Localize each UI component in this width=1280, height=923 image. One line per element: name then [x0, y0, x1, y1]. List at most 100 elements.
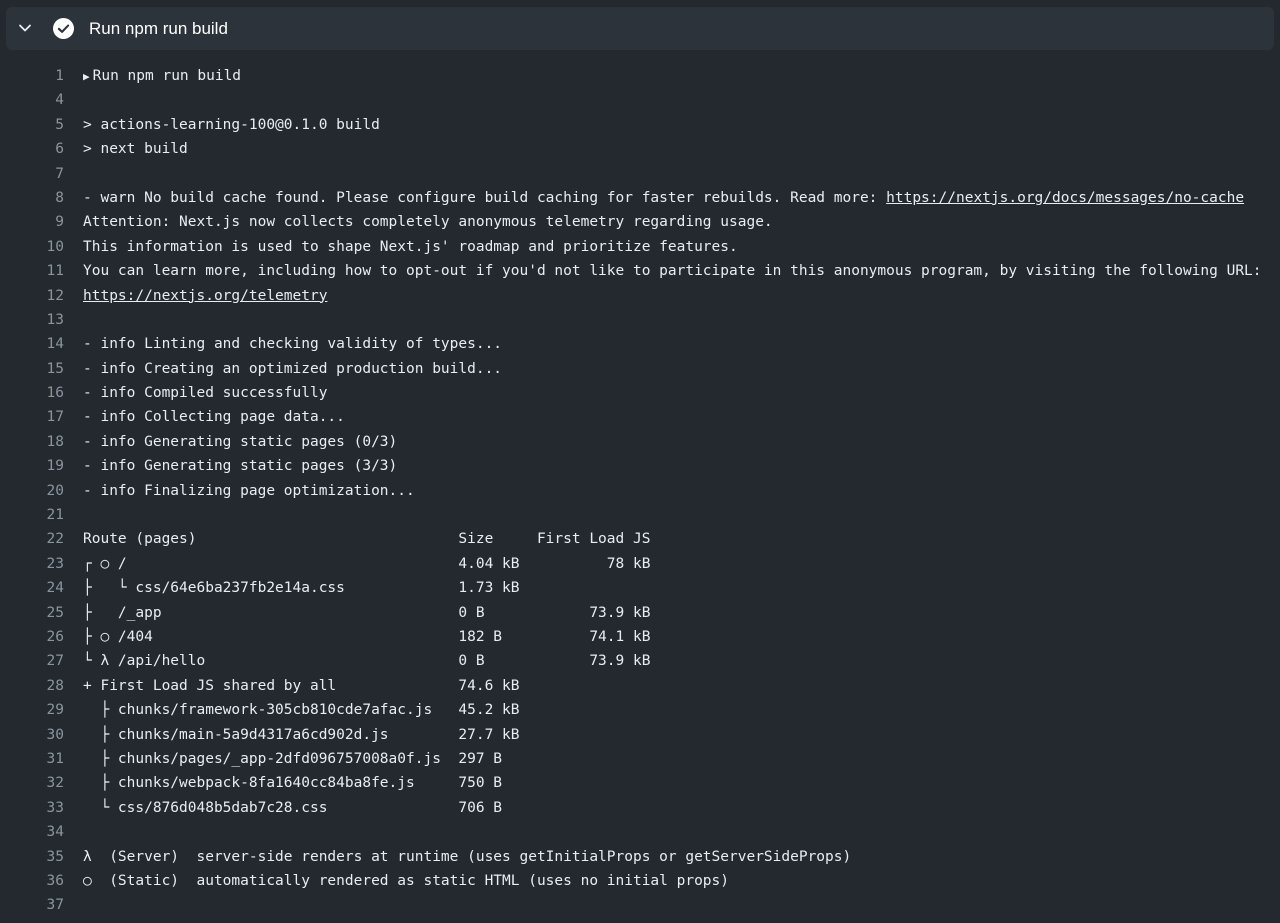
line-number[interactable]: 34	[24, 820, 64, 844]
line-number[interactable]: 14	[24, 332, 64, 356]
line-number[interactable]: 13	[24, 308, 64, 332]
line-text: - info Compiled successfully	[83, 381, 327, 405]
log-line: 35 λ (Server) server-side renders at runt…	[0, 845, 1280, 869]
line-content: ├ /_app 0 B 73.9 kB	[83, 604, 651, 621]
line-text: ├ chunks/webpack-8fa1640cc84ba8fe.js 750…	[83, 771, 502, 795]
line-content: + First Load JS shared by all 74.6 kB	[83, 677, 520, 694]
line-number[interactable]: 1	[24, 64, 64, 88]
line-text: - info Finalizing page optimization...	[83, 479, 415, 503]
line-text: ├ ○ /404 182 B 74.1 kB	[83, 625, 650, 649]
line-text: - info Collecting page data...	[83, 405, 345, 429]
line-number[interactable]: 23	[24, 552, 64, 576]
line-content: - warn No build cache found. Please conf…	[83, 189, 887, 206]
line-content[interactable]: Run npm run build	[93, 68, 241, 84]
line-number[interactable]: 26	[24, 625, 64, 649]
line-text: └ css/876d048b5dab7c28.css 706 B	[83, 796, 502, 820]
line-number[interactable]: 33	[24, 796, 64, 820]
line-number[interactable]: 30	[24, 723, 64, 747]
line-content: - info Collecting page data...	[83, 409, 345, 426]
line-text: ○ (Static) automatically rendered as sta…	[83, 869, 729, 893]
line-content: ├ chunks/main-5a9d4317a6cd902d.js 27.7 k…	[83, 726, 520, 743]
log-output: 1 ▶ Run npm run build 4 5 > actions-learning-…	[0, 64, 1280, 918]
line-number[interactable]: 16	[24, 381, 64, 405]
log-line: 4	[0, 88, 1280, 112]
line-number[interactable]: 24	[24, 576, 64, 600]
log-link[interactable]: https://nextjs.org/telemetry	[83, 288, 327, 304]
log-line: 30 ├ chunks/main-5a9d4317a6cd902d.js 27.…	[0, 723, 1280, 747]
line-content: - info Generating static pages (3/3)	[83, 458, 398, 475]
line-number[interactable]: 9	[24, 210, 64, 234]
line-number[interactable]: 29	[24, 698, 64, 722]
line-text: > actions-learning-100@0.1.0 build	[83, 113, 380, 137]
line-text: You can learn more, including how to opt…	[83, 259, 1262, 283]
line-content: └ λ /api/hello 0 B 73.9 kB	[83, 653, 651, 670]
line-number[interactable]: 32	[24, 771, 64, 795]
line-content: > next build	[83, 141, 188, 158]
line-number[interactable]: 28	[24, 674, 64, 698]
log-line: 22 Route (pages) Size First Load JS	[0, 527, 1280, 551]
line-content: You can learn more, including how to opt…	[83, 263, 1262, 280]
log-line: 10 This information is used to shape Next…	[0, 235, 1280, 259]
line-number[interactable]: 19	[24, 454, 64, 478]
line-text: - info Generating static pages (3/3)	[83, 454, 397, 478]
line-text: ┌ ○ / 4.04 kB 78 kB	[83, 552, 650, 576]
log-line: 7	[0, 162, 1280, 186]
line-content: ┌ ○ / 4.04 kB 78 kB	[83, 555, 651, 572]
line-number[interactable]: 18	[24, 430, 64, 454]
chevron-down-icon[interactable]	[17, 20, 33, 36]
line-number[interactable]: 10	[24, 235, 64, 259]
step-header[interactable]: Run npm run build	[6, 7, 1274, 50]
line-number[interactable]: 27	[24, 649, 64, 673]
line-text: Attention: Next.js now collects complete…	[83, 210, 773, 234]
triangle-right-icon[interactable]: ▶	[83, 70, 90, 83]
line-number[interactable]: 6	[24, 137, 64, 161]
line-number[interactable]: 25	[24, 601, 64, 625]
log-line: 19 - info Generating static pages (3/3)	[0, 454, 1280, 478]
log-line: 17 - info Collecting page data...	[0, 405, 1280, 429]
log-line: 28 + First Load JS shared by all 74.6 kB	[0, 674, 1280, 698]
line-number[interactable]: 31	[24, 747, 64, 771]
line-text: λ (Server) server-side renders at runtim…	[83, 845, 851, 869]
line-number[interactable]: 21	[24, 503, 64, 527]
line-text: - info Generating static pages (0/3)	[83, 430, 397, 454]
line-number[interactable]: 8	[24, 186, 64, 210]
log-line: 23 ┌ ○ / 4.04 kB 78 kB	[0, 552, 1280, 576]
line-number[interactable]: 36	[24, 869, 64, 893]
line-content: ├ chunks/framework-305cb810cde7afac.js 4…	[83, 702, 520, 719]
line-text: > next build	[83, 137, 188, 161]
line-number[interactable]: 5	[24, 113, 64, 137]
line-content: > actions-learning-100@0.1.0 build	[83, 116, 380, 133]
log-line: 5 > actions-learning-100@0.1.0 build	[0, 113, 1280, 137]
log-line: 1 ▶ Run npm run build	[0, 64, 1280, 88]
log-line: 6 > next build	[0, 137, 1280, 161]
line-number[interactable]: 35	[24, 845, 64, 869]
line-number[interactable]: 17	[24, 405, 64, 429]
line-text: Route (pages) Size First Load JS	[83, 527, 650, 551]
log-link[interactable]: https://nextjs.org/docs/messages/no-cach…	[886, 190, 1244, 206]
log-line: 27 └ λ /api/hello 0 B 73.9 kB	[0, 649, 1280, 673]
line-number[interactable]: 37	[24, 893, 64, 917]
line-number[interactable]: 15	[24, 357, 64, 381]
line-number[interactable]: 11	[24, 259, 64, 283]
log-line: 25 ├ /_app 0 B 73.9 kB	[0, 601, 1280, 625]
line-text: - warn No build cache found. Please conf…	[83, 186, 1244, 210]
log-line: 26 ├ ○ /404 182 B 74.1 kB	[0, 625, 1280, 649]
line-number[interactable]: 4	[24, 88, 64, 112]
line-content: ├ chunks/pages/_app-2dfd096757008a0f.js …	[83, 750, 503, 767]
line-number[interactable]: 20	[24, 479, 64, 503]
line-number[interactable]: 22	[24, 527, 64, 551]
log-line: 14 - info Linting and checking validity o…	[0, 332, 1280, 356]
line-text: - info Creating an optimized production …	[83, 357, 502, 381]
line-text: ├ chunks/framework-305cb810cde7afac.js 4…	[83, 698, 520, 722]
line-number[interactable]: 7	[24, 162, 64, 186]
line-number[interactable]: 12	[24, 284, 64, 308]
line-text: ├ └ css/64e6ba237fb2e14a.css 1.73 kB	[83, 576, 520, 600]
log-line: 16 - info Compiled successfully	[0, 381, 1280, 405]
line-content: └ css/876d048b5dab7c28.css 706 B	[83, 799, 503, 816]
log-line: 32 ├ chunks/webpack-8fa1640cc84ba8fe.js …	[0, 771, 1280, 795]
line-content: - info Compiled successfully	[83, 385, 328, 402]
log-line: 34	[0, 820, 1280, 844]
log-line: 24 ├ └ css/64e6ba237fb2e14a.css 1.73 kB	[0, 576, 1280, 600]
log-line: 11 You can learn more, including how to o…	[0, 259, 1280, 283]
log-line: 37	[0, 893, 1280, 917]
